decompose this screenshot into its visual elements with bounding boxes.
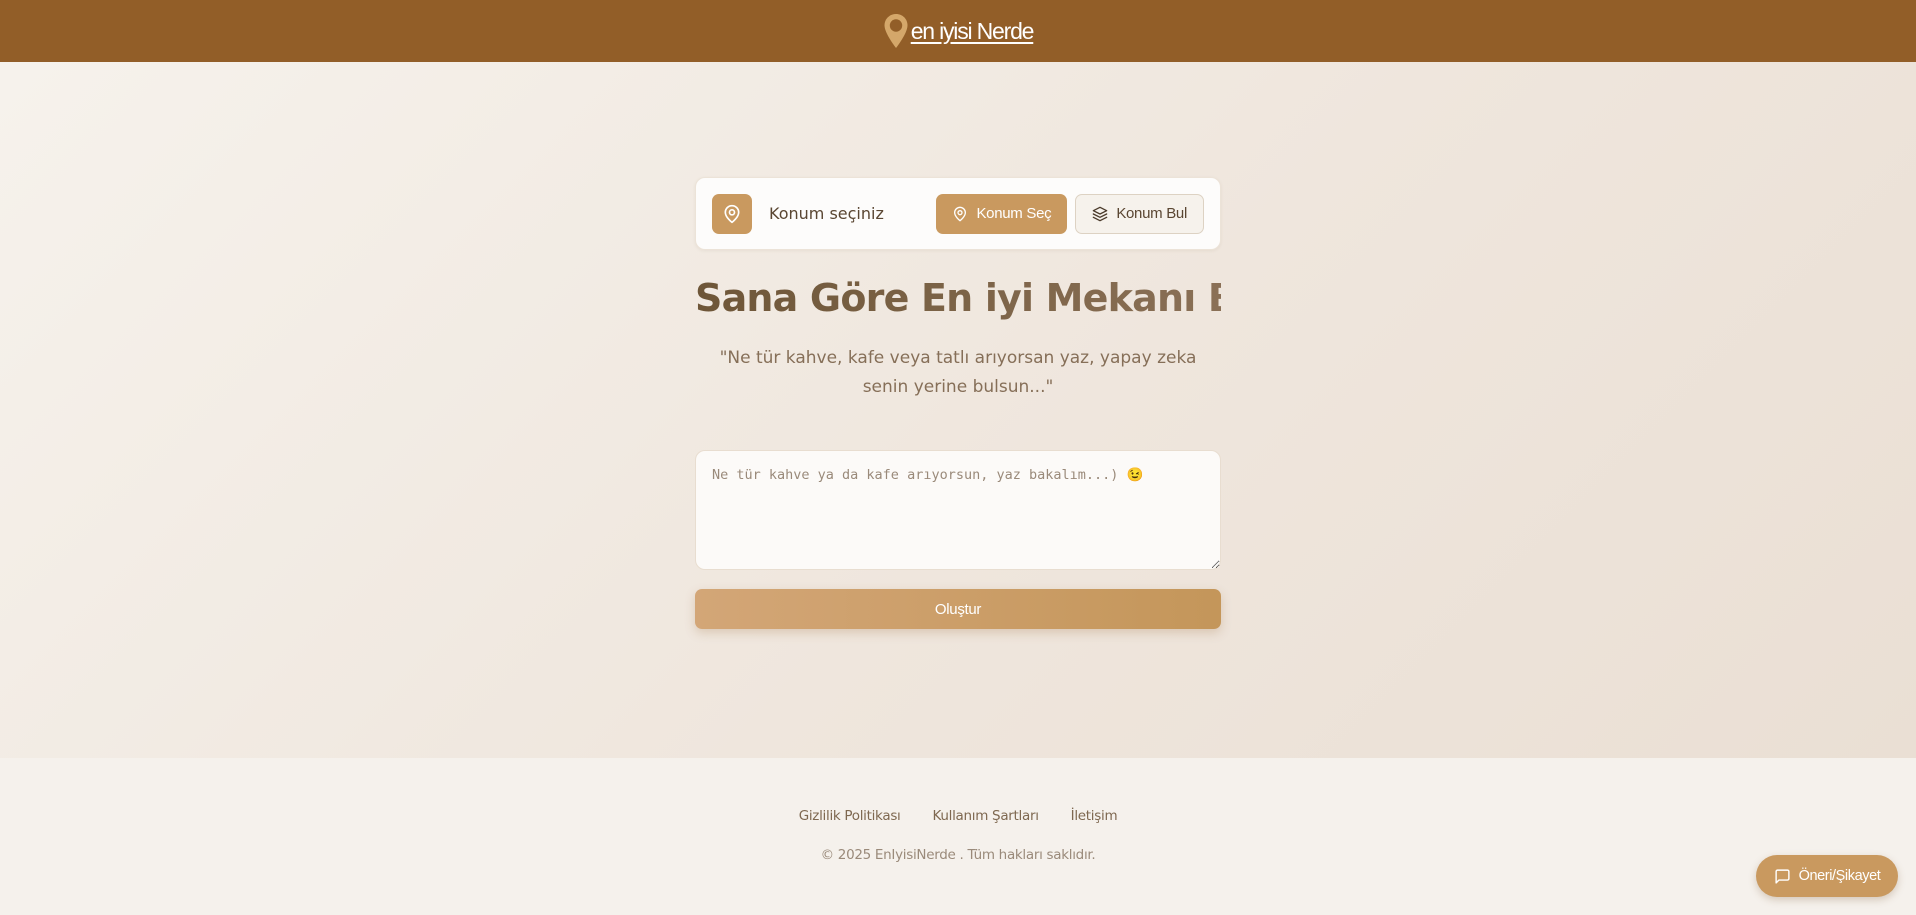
feedback-label: Öneri/Şikayet	[1798, 868, 1881, 884]
search-input[interactable]	[695, 450, 1221, 570]
brand-link[interactable]: en iyisi Nerde	[883, 13, 1034, 49]
location-icon-box	[712, 193, 752, 234]
footer-link-privacy[interactable]: Gizlilik Politikası	[799, 808, 901, 824]
footer-links: Gizlilik Politikası Kullanım Şartları İl…	[0, 808, 1916, 824]
page-subtitle: "Ne tür kahve, kafe veya tatlı arıyorsan…	[719, 348, 1197, 397]
create-button[interactable]: Oluştur	[695, 589, 1221, 629]
footer-link-contact[interactable]: İletişim	[1071, 808, 1118, 824]
message-square-icon	[1774, 868, 1790, 884]
map-pin-icon	[884, 14, 908, 48]
page-title: Sana Göre En iyi Mekanı Bul	[695, 276, 1275, 320]
feedback-button[interactable]: Öneri/Şikayet	[1756, 855, 1898, 897]
footer: Gizlilik Politikası Kullanım Şartları İl…	[0, 758, 1916, 915]
map-pin-icon	[724, 204, 740, 223]
location-label: Konum seçiniz	[769, 204, 884, 223]
brand-name: en iyisi Nerde	[910, 17, 1035, 44]
top-bar: en iyisi Nerde	[0, 0, 1916, 62]
find-location-button[interactable]: Konum Bul	[1075, 193, 1204, 234]
main-area: Konum seçiniz Konum Seç Konum Bul Sana G…	[0, 62, 1916, 758]
select-location-button[interactable]: Konum Seç	[936, 193, 1068, 234]
footer-link-terms[interactable]: Kullanım Şartları	[933, 808, 1039, 824]
copyright: © 2025 EnIyisiNerde . Tüm hakları saklıd…	[820, 847, 1096, 863]
select-location-label: Konum Seç	[976, 205, 1052, 222]
map-pin-icon	[954, 206, 967, 221]
layers-icon	[1092, 206, 1108, 221]
content-column: Konum seçiniz Konum Seç Konum Bul Sana G…	[695, 177, 1275, 629]
location-card: Konum seçiniz Konum Seç Konum Bul	[695, 177, 1221, 250]
find-location-label: Konum Bul	[1116, 205, 1187, 222]
